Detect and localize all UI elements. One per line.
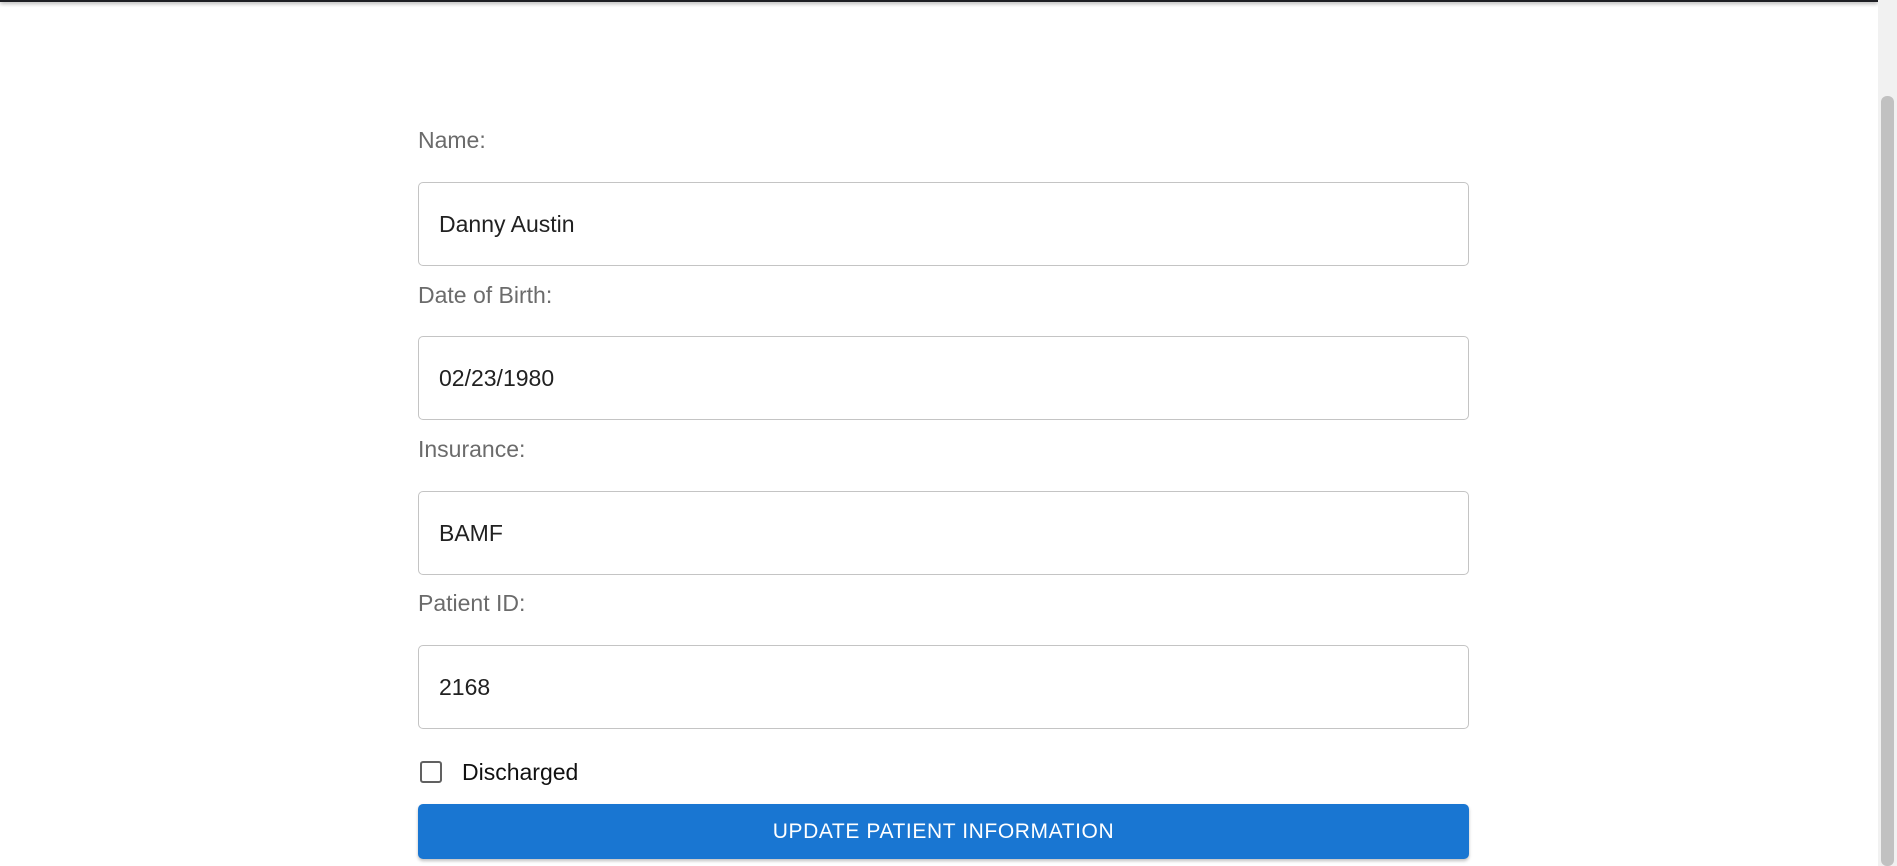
patient-id-label: Patient ID: (418, 590, 526, 616)
scrollbar-thumb[interactable] (1881, 96, 1894, 866)
insurance-label: Insurance: (418, 436, 526, 462)
date-of-birth-field (418, 336, 1469, 420)
date-of-birth-label: Date of Birth: (418, 282, 553, 308)
discharged-row[interactable]: Discharged (418, 755, 578, 789)
name-label: Name: (418, 127, 486, 153)
patient-id-input[interactable] (419, 646, 1468, 728)
top-app-bar-edge (0, 0, 1878, 2)
insurance-input[interactable] (419, 492, 1468, 574)
date-of-birth-input[interactable] (419, 337, 1468, 419)
discharged-label: Discharged (462, 758, 579, 785)
name-field (418, 182, 1469, 266)
page: Name: Date of Birth: Insurance: Patient … (0, 0, 1897, 866)
name-input[interactable] (419, 183, 1468, 265)
discharged-checkbox[interactable] (420, 761, 442, 783)
update-patient-information-button[interactable]: UPDATE PATIENT INFORMATION (418, 804, 1469, 859)
insurance-field (418, 491, 1469, 575)
scrollbar-track[interactable] (1878, 0, 1897, 866)
patient-id-field (418, 645, 1469, 729)
